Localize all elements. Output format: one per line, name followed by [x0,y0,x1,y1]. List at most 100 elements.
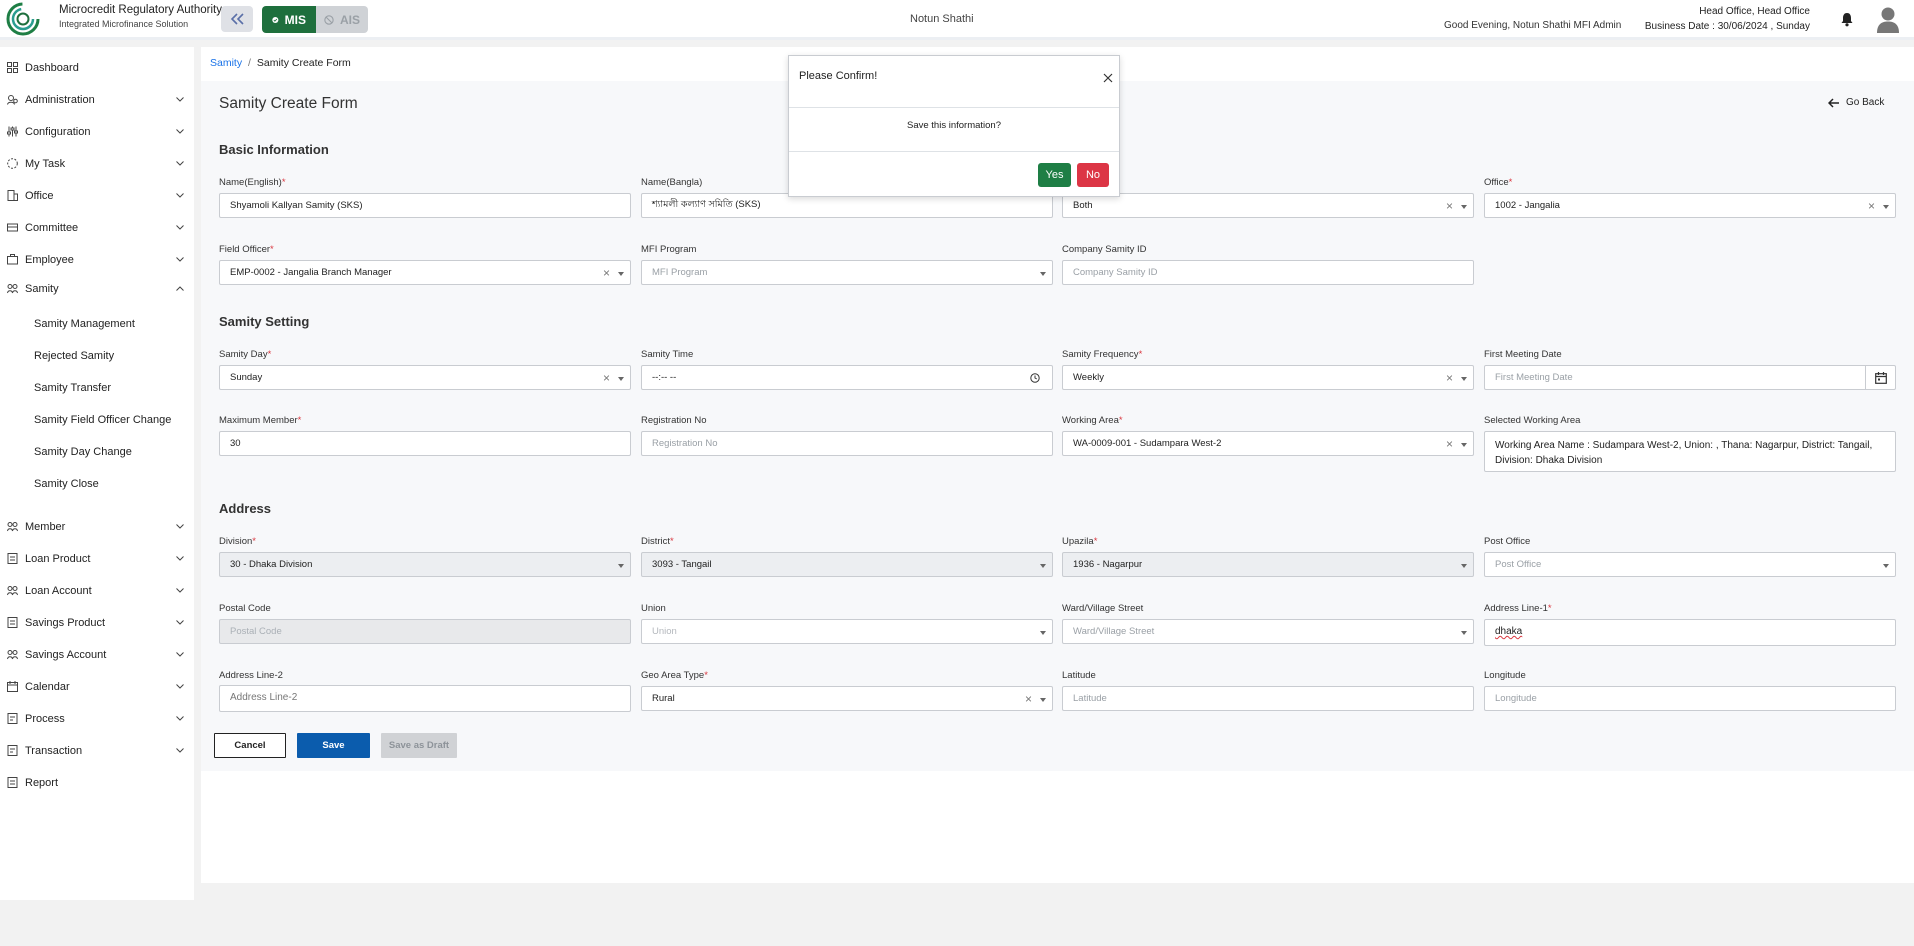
sidebar-item-configuration[interactable]: Configuration [0,120,194,144]
registration-no-input[interactable]: Registration No [641,431,1053,456]
sidebar-label: Savings Product [25,617,106,629]
required-mark: * [1138,349,1143,360]
label-text: Upazila [1062,536,1094,547]
field-officer-select[interactable]: EMP-0002 - Jangalia Branch Manager × [219,260,631,285]
sidebar-label: Administration [25,94,95,106]
registration-no-label: Registration No [641,415,707,426]
no-button[interactable]: No [1077,163,1109,187]
company-samity-id-input[interactable]: Company Samity ID [1062,260,1474,285]
field-value: 30 [230,438,241,449]
sidebar-subitem-field-officer-change[interactable]: Samity Field Officer Change [0,408,194,432]
samity-frequency-select[interactable]: Weekly × [1062,365,1474,390]
working-area-select[interactable]: WA-0009-001 - Sudampara West-2 × [1062,431,1474,456]
sidebar-item-administration[interactable]: Administration [0,88,194,112]
sidebar-item-loan-account[interactable]: Loan Account [0,579,194,603]
union-select[interactable]: Union [641,619,1053,644]
bell-icon[interactable] [1840,12,1854,27]
longitude-input[interactable]: Longitude [1484,686,1896,711]
save-as-draft-button[interactable]: Save as Draft [381,733,457,758]
clear-icon[interactable]: × [1446,199,1453,213]
user-avatar-icon[interactable] [1876,6,1900,34]
clear-icon[interactable]: × [1446,437,1453,451]
breadcrumb-link-samity[interactable]: Samity [210,57,242,69]
samity-day-select[interactable]: Sunday × [219,365,631,390]
sidebar-subitem-rejected-samity[interactable]: Rejected Samity [0,344,194,368]
sidebar-item-transaction[interactable]: Transaction [0,739,194,763]
ais-toggle[interactable]: AIS [316,6,368,33]
go-back-button[interactable]: Go Back [1828,97,1884,108]
chevron-up-icon [176,286,184,291]
mfi-program-select[interactable]: MFI Program [641,260,1053,285]
confirm-dialog: Please Confirm! Save this information? Y… [788,55,1120,197]
report-icon [7,777,18,788]
dialog-message: Save this information? [907,120,1001,131]
sidebar-subitem-samity-close[interactable]: Samity Close [0,472,194,496]
clear-icon[interactable]: × [1868,199,1875,213]
geo-area-type-select[interactable]: Rural × [641,686,1053,711]
chevron-down-icon [176,588,184,593]
sidebar-item-loan-product[interactable]: Loan Product [0,547,194,571]
label-text: District [641,536,671,547]
collapse-sidebar-button[interactable] [221,6,253,32]
sidebar-item-savings-account[interactable]: Savings Account [0,643,194,667]
samity-type-select[interactable]: Both × [1062,193,1474,218]
required-mark: * [252,536,256,547]
clear-icon[interactable]: × [1446,371,1453,385]
sidebar-subitem-samity-management[interactable]: Samity Management [0,312,194,336]
sidebar-label: Process [25,713,65,725]
process-icon [7,713,18,724]
clear-icon[interactable]: × [1025,692,1032,706]
sidebar-item-report[interactable]: Report [0,771,194,795]
sidebar-item-process[interactable]: Process [0,707,194,731]
latitude-input[interactable]: Latitude [1062,686,1474,711]
calendar-button[interactable] [1865,366,1895,389]
sidebar-item-calendar[interactable]: Calendar [0,675,194,699]
sidebar-item-member[interactable]: Member [0,515,194,539]
task-icon [7,158,18,169]
ward-village-select[interactable]: Ward/Village Street [1062,619,1474,644]
samity-time-input[interactable]: --:-- -- [641,365,1053,390]
field-value: 30 - Dhaka Division [230,559,313,570]
clear-icon[interactable]: × [603,371,610,385]
module-switch: MIS AIS [262,6,368,33]
sidebar-item-samity[interactable]: Samity [0,277,194,301]
sidebar-item-committee[interactable]: Committee [0,216,194,240]
sidebar-subitem-samity-day-change[interactable]: Samity Day Change [0,440,194,464]
samity-time-label: Samity Time [641,349,694,360]
sidebar-item-savings-product[interactable]: Savings Product [0,611,194,635]
member-icon [7,522,18,532]
clock-icon[interactable] [1030,373,1040,383]
selected-working-area-textarea[interactable]: Working Area Name : Sudampara West-2, Un… [1484,431,1896,472]
name-english-input[interactable]: Shyamoli Kallyan Samity (SKS) [219,193,631,218]
sidebar-label: Configuration [25,126,91,138]
committee-icon [7,223,18,232]
required-mark: * [297,415,302,426]
address-line-2-textarea[interactable]: Address Line-2 [219,685,631,712]
yes-button[interactable]: Yes [1038,163,1071,187]
mis-toggle[interactable]: MIS [262,6,316,33]
district-select[interactable]: 3093 - Tangail [641,552,1053,577]
postal-code-input[interactable]: Postal Code [219,619,631,644]
office-select[interactable]: 1002 - Jangalia × [1484,193,1896,218]
office-name: Head Office, Head Office [1699,6,1810,17]
division-select[interactable]: 30 - Dhaka Division [219,552,631,577]
mis-label: MIS [284,12,306,27]
cancel-button[interactable]: Cancel [214,733,286,758]
address-line-1-textarea[interactable]: dhaka [1484,619,1896,646]
sidebar-item-employee[interactable]: Employee [0,248,194,272]
dialog-divider [789,107,1119,108]
required-mark: * [704,670,708,681]
sidebar-item-office[interactable]: Office [0,184,194,208]
sidebar-item-dashboard[interactable]: Dashboard [0,56,194,80]
clear-icon[interactable]: × [603,266,610,280]
upazila-select[interactable]: 1936 - Nagarpur [1062,552,1474,577]
maximum-member-input[interactable]: 30 [219,431,631,456]
field-officer-label: Field Officer* [219,244,274,255]
sidebar-subitem-samity-transfer[interactable]: Samity Transfer [0,376,194,400]
close-icon[interactable] [1103,73,1113,83]
field-placeholder: First Meeting Date [1495,372,1573,383]
sidebar-item-my-task[interactable]: My Task [0,152,194,176]
save-button[interactable]: Save [297,733,370,758]
post-office-select[interactable]: Post Office [1484,552,1896,577]
first-meeting-date-input[interactable]: First Meeting Date [1484,365,1896,390]
